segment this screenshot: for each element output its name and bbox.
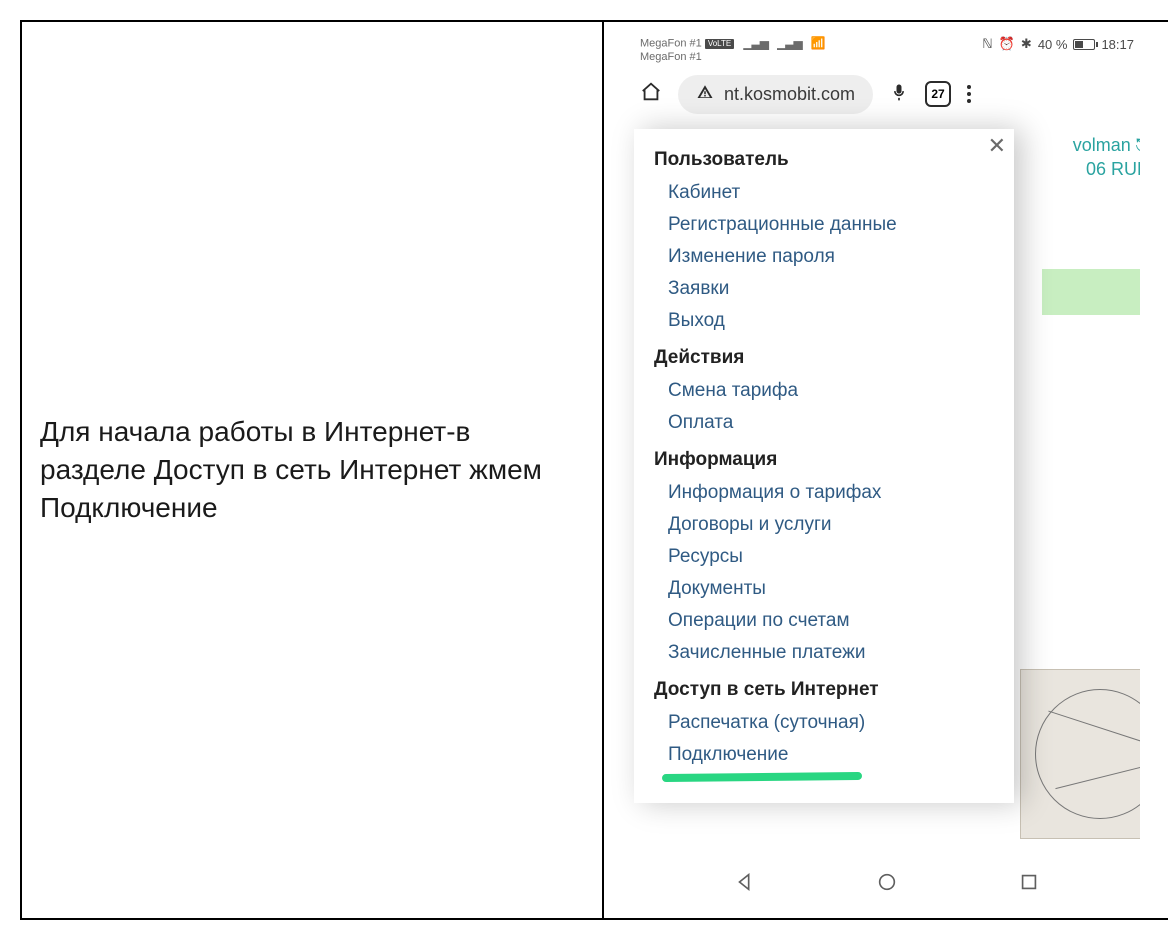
carrier-1: MegaFon #1 — [640, 37, 702, 49]
menu-item-regdata[interactable]: Регистрационные данные — [654, 209, 998, 241]
android-navbar — [634, 853, 1140, 904]
instruction-text: Для начала работы в Интернет-в разделе Д… — [40, 413, 584, 526]
address-bar[interactable]: nt.kosmobit.com — [678, 75, 873, 114]
green-banner — [1042, 269, 1140, 315]
menu-item-requests[interactable]: Заявки — [654, 273, 998, 305]
url-text: nt.kosmobit.com — [724, 84, 855, 105]
decorative-image — [1020, 669, 1140, 839]
wifi-icon: 📶 — [811, 36, 825, 51]
mic-icon[interactable] — [889, 82, 909, 107]
menu-section-internet: Доступ в сеть Интернет — [654, 679, 998, 701]
account-widget: volman ⎋ 06 RUR — [1073, 133, 1140, 182]
signal-icon-1: ▁▃▅ — [743, 36, 768, 51]
menu-item-resources[interactable]: Ресурсы — [654, 541, 998, 573]
status-left: MegaFon #1 VoLTE ▁▃▅ ▁▃▅ 📶 MegaFon #1 — [640, 36, 825, 65]
menu-item-tariff-info[interactable]: Информация о тарифах — [654, 477, 998, 509]
highlight-underline — [662, 772, 862, 782]
status-right: ℕ ⏰ ✱ 40 % 18:17 — [982, 36, 1134, 52]
menu-section-user: Пользователь — [654, 149, 998, 171]
menu-item-daily-report[interactable]: Распечатка (суточная) — [654, 707, 998, 739]
back-icon[interactable] — [734, 871, 756, 898]
menu-item-payment[interactable]: Оплата — [654, 407, 998, 439]
menu-item-contracts[interactable]: Договоры и услуги — [654, 509, 998, 541]
volte-badge: VoLTE — [705, 39, 734, 49]
menu-item-connection[interactable]: Подключение — [654, 739, 998, 771]
menu-item-operations[interactable]: Операции по счетам — [654, 605, 998, 637]
not-secure-icon — [696, 83, 714, 106]
bluetooth-icon: ✱ — [1021, 36, 1032, 52]
menu-item-password[interactable]: Изменение пароля — [654, 241, 998, 273]
menu-item-payments-in[interactable]: Зачисленные платежи — [654, 637, 998, 669]
carrier-2: MegaFon #1 — [640, 51, 825, 65]
menu-item-tariff-change[interactable]: Смена тарифа — [654, 375, 998, 407]
clock: 18:17 — [1101, 37, 1134, 52]
menu-item-logout[interactable]: Выход — [654, 305, 998, 337]
menu-section-info: Информация — [654, 449, 998, 471]
battery-percent: 40 % — [1038, 37, 1068, 52]
phone-screen: MegaFon #1 VoLTE ▁▃▅ ▁▃▅ 📶 MegaFon #1 ℕ … — [634, 36, 1140, 904]
menu-section-actions: Действия — [654, 347, 998, 369]
menu-item-documents[interactable]: Документы — [654, 573, 998, 605]
battery-icon — [1073, 39, 1095, 50]
tab-count[interactable]: 27 — [925, 81, 951, 107]
status-bar: MegaFon #1 VoLTE ▁▃▅ ▁▃▅ 📶 MegaFon #1 ℕ … — [634, 36, 1140, 71]
side-menu: ✕ Пользователь Кабинет Регистрационные д… — [634, 129, 1014, 803]
page-content: volman ⎋ 06 RUR ✕ Пользователь Кабинет Р… — [634, 128, 1140, 853]
browser-bar: nt.kosmobit.com 27 — [634, 71, 1140, 128]
menu-item-cabinet[interactable]: Кабинет — [654, 177, 998, 209]
recent-apps-icon[interactable] — [1018, 871, 1040, 898]
close-icon[interactable]: ✕ — [988, 133, 1006, 159]
instruction-cell: Для начала работы в Интернет-в разделе Д… — [22, 22, 604, 918]
signal-icon-2: ▁▃▅ — [777, 36, 802, 51]
home-icon[interactable] — [640, 81, 662, 108]
home-nav-icon[interactable] — [876, 871, 898, 898]
logout-icon[interactable]: ⎋ — [1136, 135, 1140, 155]
nfc-icon: ℕ — [982, 36, 992, 52]
overflow-menu-icon[interactable] — [967, 85, 971, 103]
screenshot-cell: MegaFon #1 VoLTE ▁▃▅ ▁▃▅ 📶 MegaFon #1 ℕ … — [604, 22, 1168, 918]
alarm-icon: ⏰ — [999, 36, 1015, 52]
document-table: Для начала работы в Интернет-в разделе Д… — [20, 20, 1168, 920]
